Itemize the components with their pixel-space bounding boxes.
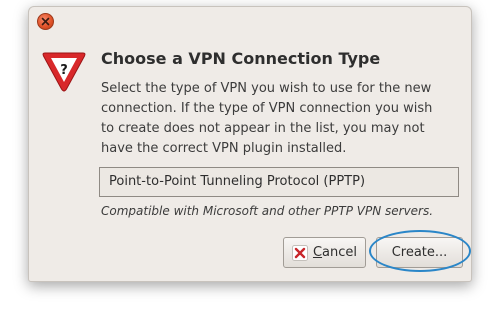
dialog-description: Select the type of VPN you wish to use f… (101, 81, 433, 156)
create-label: Create... (391, 245, 448, 260)
create-button[interactable]: Create... (376, 237, 463, 268)
close-button[interactable] (37, 13, 54, 30)
vpn-type-dialog: ? Choose a VPN Connection Type Select th… (28, 6, 472, 282)
title-bar (29, 7, 471, 33)
svg-text:?: ? (60, 63, 68, 78)
cancel-x-icon (291, 244, 308, 261)
cancel-button[interactable]: Cancel (283, 237, 366, 268)
compatibility-note: Compatible with Microsoft and other PPTP… (101, 204, 434, 218)
close-icon (41, 17, 50, 26)
vpn-type-select[interactable]: Point-to-Point Tunneling Protocol (PPTP) (99, 167, 459, 197)
warning-question-icon: ? (42, 52, 86, 92)
dialog-heading: Choose a VPN Connection Type (101, 49, 381, 68)
cancel-label: Cancel (312, 245, 358, 260)
